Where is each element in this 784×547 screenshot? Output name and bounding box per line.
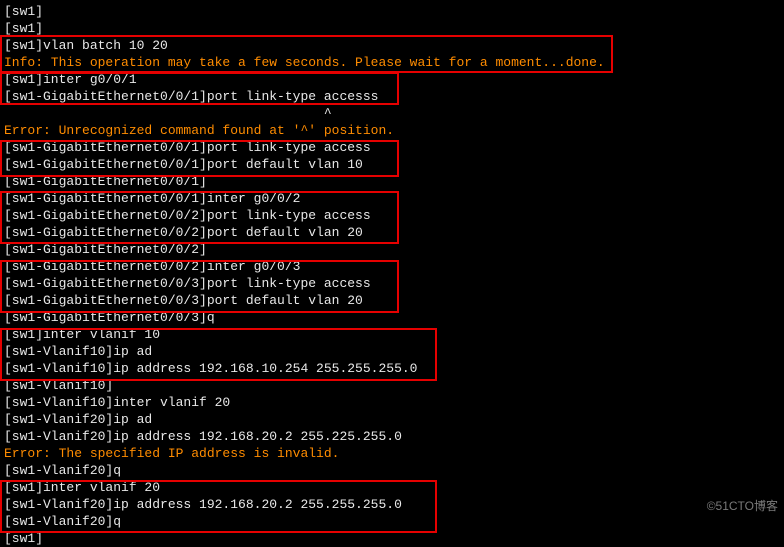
terminal-line: Error: The specified IP address is inval… — [4, 445, 784, 462]
terminal-line: [sw1]inter vlanif 20 — [4, 479, 784, 496]
terminal-line: [sw1-Vlanif20]ip ad — [4, 411, 784, 428]
terminal-line: [sw1]vlan batch 10 20 — [4, 37, 784, 54]
terminal-line: [sw1] — [4, 20, 784, 37]
terminal-line: [sw1] — [4, 530, 784, 547]
terminal-output: [sw1][sw1][sw1]vlan batch 10 20Info: Thi… — [4, 3, 784, 547]
terminal-line: [sw1-GigabitEthernet0/0/3]port link-type… — [4, 275, 784, 292]
terminal-line: [sw1]inter vlanif 10 — [4, 326, 784, 343]
terminal-line: [sw1]inter g0/0/1 — [4, 71, 784, 88]
terminal-line: [sw1-GigabitEthernet0/0/3]port default v… — [4, 292, 784, 309]
terminal-line: [sw1-Vlanif20]ip address 192.168.20.2 25… — [4, 428, 784, 445]
terminal-line: [sw1-GigabitEthernet0/0/3]q — [4, 309, 784, 326]
terminal-line: [sw1-Vlanif10] — [4, 377, 784, 394]
terminal-line: [sw1-GigabitEthernet0/0/1]port link-type… — [4, 88, 784, 105]
terminal-line: ^ — [4, 105, 784, 122]
terminal-line: [sw1] — [4, 3, 784, 20]
terminal-line: [sw1-GigabitEthernet0/0/1]inter g0/0/2 — [4, 190, 784, 207]
terminal-line: [sw1-GigabitEthernet0/0/1]port default v… — [4, 156, 784, 173]
terminal-line: [sw1-Vlanif10]inter vlanif 20 — [4, 394, 784, 411]
terminal-line: [sw1-GigabitEthernet0/0/2] — [4, 241, 784, 258]
terminal-line: [sw1-GigabitEthernet0/0/1] — [4, 173, 784, 190]
terminal-line: [sw1-GigabitEthernet0/0/1]port link-type… — [4, 139, 784, 156]
terminal-line: [sw1-Vlanif10]ip ad — [4, 343, 784, 360]
terminal-line: Info: This operation may take a few seco… — [4, 54, 784, 71]
terminal-line: [sw1-Vlanif20]ip address 192.168.20.2 25… — [4, 496, 784, 513]
terminal-line: [sw1-GigabitEthernet0/0/2]inter g0/0/3 — [4, 258, 784, 275]
terminal-line: [sw1-GigabitEthernet0/0/2]port link-type… — [4, 207, 784, 224]
terminal-line: [sw1-Vlanif20]q — [4, 513, 784, 530]
terminal-line: [sw1-GigabitEthernet0/0/2]port default v… — [4, 224, 784, 241]
terminal-line: [sw1-Vlanif20]q — [4, 462, 784, 479]
watermark: ©51CTO博客 — [707, 498, 778, 515]
terminal-line: Error: Unrecognized command found at '^'… — [4, 122, 784, 139]
terminal-line: [sw1-Vlanif10]ip address 192.168.10.254 … — [4, 360, 784, 377]
